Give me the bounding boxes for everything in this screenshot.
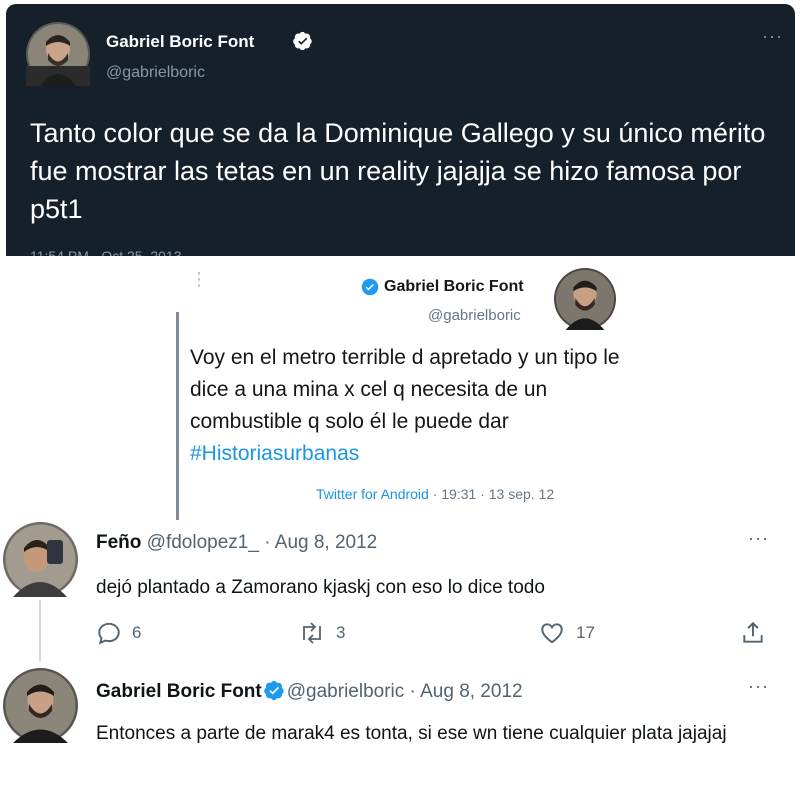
reply-header: Gabriel Boric Font @gabrielboric · Aug 8,… <box>96 680 523 703</box>
author-name[interactable]: Gabriel Boric Font <box>384 278 524 296</box>
author-handle[interactable]: @gabrielboric <box>428 307 521 324</box>
tweet-text-body: Voy en el metro terrible d apretado y un… <box>190 346 620 433</box>
dark-tweet-card: Gabriel Boric Font @gabrielboric ··· Tan… <box>6 4 795 256</box>
reply-icon <box>98 622 120 645</box>
more-options-icon[interactable]: ··· <box>762 26 783 47</box>
quote-bar <box>176 312 179 520</box>
avatar[interactable] <box>3 668 78 743</box>
like-count: 17 <box>576 623 595 642</box>
avatar[interactable] <box>3 522 78 597</box>
author-handle[interactable]: @fdolopez1_ <box>147 532 259 553</box>
tweet-meta: Twitter for Android · 19:31 · 13 sep. 12 <box>316 486 554 502</box>
hashtag-link[interactable]: #Historiasurbanas <box>190 442 359 465</box>
verified-badge-icon <box>361 278 379 296</box>
thread-connector <box>39 600 41 662</box>
more-options-icon[interactable]: ··· <box>748 676 769 697</box>
share-icon <box>743 621 763 643</box>
like-button[interactable]: 17 <box>538 618 595 648</box>
tweet-date[interactable]: · Aug 8, 2012 <box>259 532 377 553</box>
tweet-text: dejó plantado a Zamorano kjaskj con eso … <box>96 577 545 598</box>
tweet-text: Tanto color que se da la Dominique Galle… <box>30 118 766 224</box>
heart-icon <box>541 623 563 644</box>
reply-button[interactable]: 6 <box>96 618 141 648</box>
author-name[interactable]: Feño <box>96 532 141 553</box>
author-handle[interactable]: @gabrielboric <box>106 64 205 82</box>
source-link[interactable]: Twitter for Android <box>316 486 429 502</box>
more-options-icon[interactable]: ··· <box>748 528 769 549</box>
retweet-count: 3 <box>336 623 346 642</box>
tweet-time[interactable]: · 19:31 · 13 sep. 12 <box>429 486 554 502</box>
tweet-text: Voy en el metro terrible d apretado y un… <box>190 342 620 470</box>
share-button[interactable] <box>740 618 766 648</box>
retweet-icon <box>303 622 321 644</box>
retweet-button[interactable]: 3 <box>298 618 345 648</box>
tweet-text: Entonces a parte de marak4 es tonta, si … <box>96 723 727 744</box>
avatar[interactable] <box>26 22 90 86</box>
avatar[interactable] <box>554 268 616 330</box>
more-options-icon[interactable]: ⋮ <box>190 270 208 288</box>
tweet-date[interactable]: · Aug 8, 2012 <box>404 681 523 702</box>
author-name[interactable]: Gabriel Boric Font <box>106 32 254 52</box>
verified-badge-icon <box>293 31 312 51</box>
reply-header: Feño @fdolopez1_ · Aug 8, 2012 <box>96 532 377 554</box>
author-name[interactable]: Gabriel Boric Font <box>96 681 262 702</box>
tweet-timestamp[interactable]: 11:54 PM · Oct 25, 2013 <box>30 248 182 256</box>
reply-count: 6 <box>132 623 142 642</box>
author-handle[interactable]: @gabrielboric <box>287 681 405 702</box>
tweet-actions: 6 3 17 <box>96 618 786 648</box>
embedded-tweet: ⋮ Gabriel Boric Font @gabrielboric Voy e… <box>176 266 624 522</box>
verified-badge-icon <box>263 680 284 701</box>
